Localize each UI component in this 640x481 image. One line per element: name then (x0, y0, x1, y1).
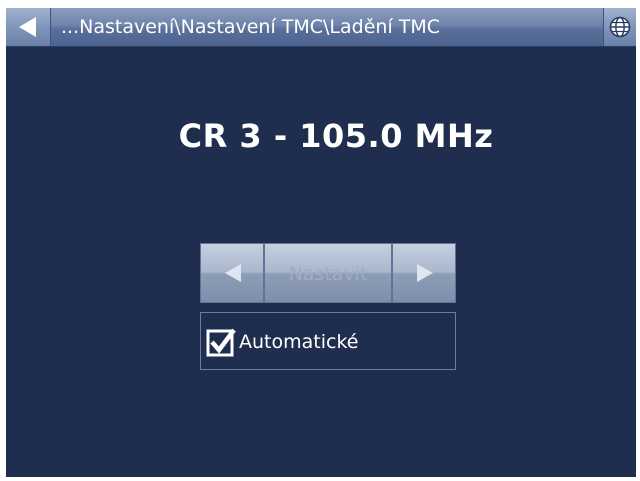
automatic-checkbox-row[interactable]: Automatické (200, 312, 456, 370)
screen: ...Nastavení\Nastavení TMC\Ladění TMC CR… (0, 0, 640, 481)
set-button-label: Nastavit (288, 263, 368, 285)
right-arrow-icon (417, 264, 433, 282)
breadcrumb: ...Nastavení\Nastavení TMC\Ladění TMC (61, 16, 441, 38)
station-frequency: CR 3 - 105.0 MHz (178, 117, 494, 155)
tune-control: Nastavit (200, 243, 456, 303)
back-button[interactable] (6, 8, 51, 46)
content-area: CR 3 - 105.0 MHz Nastavit Automatické (6, 47, 636, 477)
tune-prev-button[interactable] (200, 243, 264, 303)
automatic-label: Automatické (239, 331, 359, 353)
globe-button[interactable] (603, 8, 636, 46)
left-arrow-icon (225, 264, 241, 282)
checkbox-checked-icon[interactable] (206, 327, 236, 357)
back-arrow-icon (19, 17, 36, 37)
set-button[interactable]: Nastavit (264, 243, 392, 303)
tune-next-button[interactable] (392, 243, 456, 303)
globe-icon (609, 16, 631, 38)
title-bar: ...Nastavení\Nastavení TMC\Ladění TMC (6, 8, 636, 47)
